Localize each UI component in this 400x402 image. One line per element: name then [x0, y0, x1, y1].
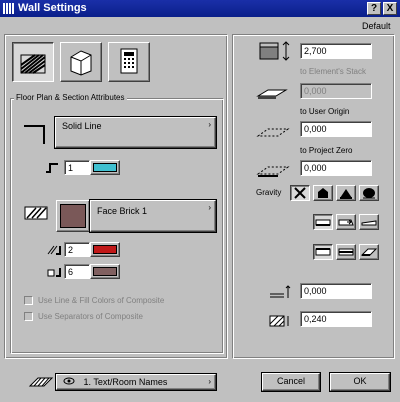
- wall-3d-icon: [70, 50, 92, 76]
- background-pen-field[interactable]: 6: [64, 264, 90, 279]
- polygon-wall-icon: [361, 220, 377, 226]
- wall-inside-button[interactable]: [359, 244, 379, 260]
- gravity-roof-icon: [340, 189, 352, 199]
- default-menu[interactable]: Default: [362, 21, 391, 31]
- calculator-document-icon: [120, 48, 138, 74]
- fill-swatch: [60, 204, 86, 228]
- floor-plan-hatch-icon: [20, 54, 46, 74]
- reference-offset-field[interactable]: 0,000: [300, 283, 372, 299]
- gravity-mesh-button[interactable]: [359, 185, 379, 201]
- fill-pen-color-button[interactable]: [90, 242, 120, 257]
- line-pen-color-button[interactable]: [90, 160, 120, 175]
- wall-inside-icon: [360, 248, 378, 256]
- line-pen-swatch: [93, 163, 117, 172]
- fill-type-value: Face Brick 1: [97, 206, 148, 216]
- trapezoid-wall-icon: [338, 219, 354, 226]
- chevron-right-icon: ›: [208, 377, 211, 386]
- gravity-none-button[interactable]: [290, 185, 310, 201]
- wall-thickness-icon: [269, 315, 289, 327]
- use-separators-checkbox[interactable]: [24, 312, 33, 321]
- fill-type-dropdown[interactable]: Face Brick 1 ›: [90, 200, 216, 232]
- gravity-mesh-icon: [363, 188, 375, 199]
- line-type-value: Solid Line: [62, 121, 102, 131]
- project-zero-field[interactable]: 0,000: [300, 160, 372, 176]
- wall-outside-button[interactable]: [313, 244, 333, 260]
- help-button[interactable]: ?: [367, 2, 381, 15]
- close-button[interactable]: X: [383, 2, 397, 15]
- tab-floor-plan[interactable]: [12, 42, 54, 82]
- chevron-right-icon: ›: [208, 203, 211, 212]
- gravity-label: Gravity: [256, 188, 282, 197]
- line-pen-field[interactable]: 1: [64, 160, 90, 175]
- line-corner-icon: [24, 125, 45, 144]
- gravity-roof-button[interactable]: [336, 185, 356, 201]
- x-icon: [294, 187, 306, 199]
- reference-offset-icon: [270, 285, 291, 298]
- use-line-fill-checkbox[interactable]: [24, 296, 33, 305]
- elevation-label: to Element's Stack: [300, 67, 366, 76]
- user-origin-label: to User Origin: [300, 107, 350, 116]
- user-origin-field[interactable]: 0,000: [300, 121, 372, 137]
- fill-pen-swatch: [93, 245, 117, 254]
- gravity-house-icon: [318, 188, 328, 198]
- fill-preview[interactable]: [56, 200, 90, 232]
- layer-dropdown[interactable]: 1. Text/Room Names ›: [56, 374, 216, 390]
- elevation-field[interactable]: 0,000: [300, 83, 372, 99]
- straight-wall-button[interactable]: [313, 214, 333, 230]
- wall-thickness-field[interactable]: 0,240: [300, 311, 372, 327]
- wall-outside-icon: [315, 248, 331, 256]
- wall-height-field[interactable]: 2,700: [300, 43, 372, 59]
- project-zero-icon: [256, 166, 290, 177]
- user-origin-icon: [256, 128, 290, 137]
- title-bar: Wall Settings ? X: [0, 0, 400, 17]
- straight-wall-icon: [315, 219, 331, 226]
- fill-hatch-icon: [24, 206, 48, 220]
- layer-value: 1. Text/Room Names: [83, 377, 168, 387]
- tab-model[interactable]: [60, 42, 102, 82]
- trapezoid-wall-button[interactable]: [336, 214, 356, 230]
- fill-pen-icon: [47, 245, 61, 255]
- use-separators-label: Use Separators of Composite: [38, 312, 143, 321]
- background-pen-icon: [47, 268, 61, 277]
- project-zero-label: to Project Zero: [300, 146, 353, 155]
- element-stack-icon: [256, 89, 288, 99]
- use-line-fill-label: Use Line & Fill Colors of Composite: [38, 296, 165, 305]
- window-title: Wall Settings: [18, 2, 87, 14]
- background-pen-swatch: [93, 267, 117, 276]
- layer-icon: [28, 377, 54, 387]
- pen-icon: [46, 163, 58, 173]
- polygon-wall-button[interactable]: [359, 214, 379, 230]
- background-pen-color-button[interactable]: [90, 264, 120, 279]
- line-type-dropdown[interactable]: Solid Line ›: [55, 117, 216, 148]
- section-title: Floor Plan & Section Attributes: [14, 93, 127, 102]
- gravity-slab-button[interactable]: [313, 185, 333, 201]
- ok-button[interactable]: OK: [330, 373, 390, 391]
- app-icon: [3, 3, 14, 14]
- chevron-right-icon: ›: [208, 120, 211, 129]
- cancel-button[interactable]: Cancel: [262, 373, 320, 391]
- wall-center-icon: [338, 248, 354, 256]
- wall-height-icon: [259, 41, 290, 61]
- tab-listing[interactable]: [108, 42, 150, 82]
- wall-center-button[interactable]: [336, 244, 356, 260]
- eye-icon: [63, 377, 75, 385]
- fill-pen-field[interactable]: 2: [64, 242, 90, 257]
